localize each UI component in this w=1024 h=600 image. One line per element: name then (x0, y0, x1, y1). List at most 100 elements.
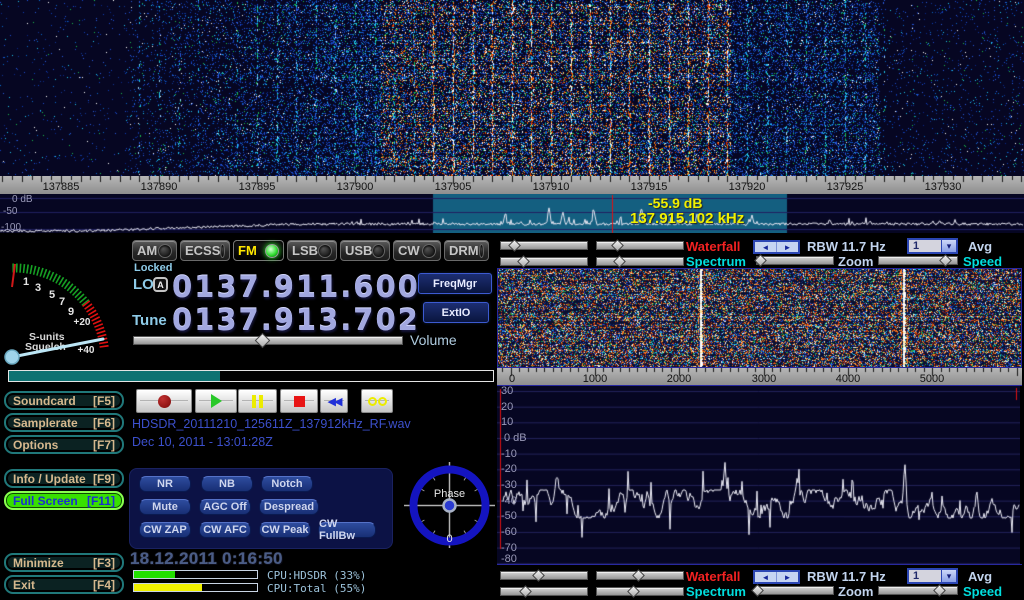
main-frequency-scale[interactable]: 137885 137890 137895 137900 137905 13791… (0, 176, 1024, 194)
cw-afc-button[interactable]: CW AFC (199, 522, 251, 538)
waterfall-shift-spinner[interactable]: ◄► (753, 570, 800, 584)
af-spectrum-display[interactable]: 30 20 10 0 dB -10 -20 -30 -40 -50 -60 -7… (497, 385, 1022, 565)
mode-led-icon (220, 244, 225, 258)
spectrum-range-slider[interactable] (500, 587, 588, 596)
phase-value: 0 (446, 533, 452, 545)
rewind-button[interactable]: ◀◀ (320, 389, 348, 413)
speed-label: Speed (963, 254, 1002, 269)
freq-tick-label: 137890 (129, 181, 189, 193)
pause-button[interactable] (238, 389, 277, 413)
record-button[interactable] (136, 389, 192, 413)
wav-filename: HDSDR_20111210_125611Z_137912kHz_RF.wav (132, 417, 411, 431)
zoom-slider[interactable] (756, 586, 834, 595)
exit-button[interactable]: Exit[F4] (4, 575, 124, 594)
combo-dropdown-icon[interactable]: ▾ (941, 240, 956, 252)
svg-text:7: 7 (59, 296, 65, 308)
right-arrow-icon[interactable]: ► (776, 572, 798, 582)
main-waterfall-display[interactable] (0, 0, 1024, 176)
lo-frequency-display[interactable]: 0137.911.600 (172, 272, 408, 302)
speed-slider[interactable] (878, 256, 958, 265)
speed-slider[interactable] (878, 586, 958, 595)
freq-tick-label: 137910 (521, 181, 581, 193)
phase-dial: Phase 0 (404, 450, 496, 560)
mode-button-drm[interactable]: DRM (444, 240, 489, 261)
pause-icon (252, 395, 263, 408)
avg-combo[interactable]: 1▾ (907, 568, 958, 584)
extio-button[interactable]: ExtIO (423, 302, 489, 323)
mode-led-icon (265, 244, 279, 258)
fullscreen-button[interactable]: Full Screen[F11] (4, 491, 124, 510)
zoom-slider[interactable] (756, 256, 834, 265)
soundcard-button[interactable]: Soundcard[F5] (4, 391, 124, 410)
nb-button[interactable]: NB (201, 476, 253, 492)
spectrum-label: Spectrum (686, 254, 746, 269)
avg-combo[interactable]: 1▾ (907, 238, 958, 254)
af-db-label: -40 (501, 495, 517, 507)
hdsdr-window: 137885 137890 137895 137900 137905 13791… (0, 0, 1024, 600)
waterfall-brightness-slider[interactable] (500, 571, 588, 580)
stop-icon (294, 396, 305, 407)
waterfall-label: Waterfall (686, 569, 740, 584)
options-button[interactable]: Options[F7] (4, 435, 124, 454)
waterfall-contrast-slider[interactable] (596, 241, 684, 250)
playback-position-fill (9, 371, 220, 381)
playback-position-bar[interactable] (8, 370, 494, 382)
notch-button[interactable]: Notch (261, 476, 313, 492)
zoom-label: Zoom (838, 254, 873, 269)
spectrum-offset-slider[interactable] (596, 587, 684, 596)
af-tick-label: 2000 (657, 373, 701, 385)
freq-tick-label: 137915 (619, 181, 679, 193)
tune-frequency-display[interactable]: 0137.913.702 (172, 305, 408, 335)
waterfall-contrast-slider[interactable] (596, 571, 684, 580)
volume-slider[interactable] (133, 336, 403, 345)
mode-button-ecss[interactable]: ECSS (180, 240, 230, 261)
play-icon (211, 394, 222, 408)
info-update-button[interactable]: Info / Update[F9] (4, 469, 124, 488)
af-tick-label: 5000 (910, 373, 954, 385)
volume-slider-thumb[interactable] (254, 333, 270, 349)
svg-text:3: 3 (35, 282, 41, 294)
left-arrow-icon[interactable]: ◄ (755, 572, 776, 582)
cursor-db-readout: -55.9 dB (648, 195, 702, 211)
nr-button[interactable]: NR (139, 476, 191, 492)
main-spectrum-display[interactable]: 0 dB -50 -100 -55.9 dB 137.915.102 kHz (0, 194, 1024, 233)
mode-button-usb[interactable]: USB (340, 240, 390, 261)
mode-button-cw[interactable]: CW (393, 240, 441, 261)
dsp-button-panel: NR NB Notch Mute AGC Off Despread CW ZAP… (129, 468, 393, 549)
tune-label: Tune (132, 312, 167, 329)
lo-label: LO (133, 276, 154, 293)
spectrum-range-slider[interactable] (500, 257, 588, 266)
mode-led-icon (422, 244, 436, 258)
left-arrow-icon[interactable]: ◄ (755, 242, 776, 252)
minimize-button[interactable]: Minimize[F3] (4, 553, 124, 572)
despread-button[interactable]: Despread (259, 499, 319, 515)
mode-button-lsb[interactable]: LSB (287, 240, 337, 261)
db-scale-label: 0 dB (12, 194, 33, 205)
mode-button-fm[interactable]: FM (233, 240, 284, 261)
stop-button[interactable] (280, 389, 318, 413)
freqmgr-button[interactable]: FreqMgr (418, 273, 492, 294)
agc-off-button[interactable]: AGC Off (199, 499, 251, 515)
waterfall-brightness-slider[interactable] (500, 241, 588, 250)
af-waterfall-display[interactable] (497, 268, 1022, 368)
mode-button-am[interactable]: AM (132, 240, 177, 261)
cw-zap-button[interactable]: CW ZAP (139, 522, 191, 538)
lo-a-badge[interactable]: A (153, 277, 168, 292)
loop-icon (368, 397, 387, 406)
play-button[interactable] (195, 389, 237, 413)
combo-dropdown-icon[interactable]: ▾ (941, 570, 956, 582)
spectrum-offset-slider[interactable] (596, 257, 684, 266)
cpu-total-fill (134, 584, 202, 591)
af-db-label: -50 (501, 510, 517, 522)
mute-button[interactable]: Mute (139, 499, 191, 515)
af-frequency-scale[interactable]: 0 1000 2000 3000 4000 5000 (497, 368, 1022, 385)
right-arrow-icon[interactable]: ► (776, 242, 798, 252)
cw-fullbw-button[interactable]: CW FullBw (318, 522, 376, 538)
samplerate-button[interactable]: Samplerate[F6] (4, 413, 124, 432)
freq-tick-label: 137920 (717, 181, 777, 193)
cw-peak-button[interactable]: CW Peak (259, 522, 311, 538)
s-meter[interactable]: 1 3 5 7 9 +20 +40 S-units Squelch (0, 240, 128, 372)
loop-button[interactable] (361, 389, 393, 413)
waterfall-shift-spinner[interactable]: ◄► (753, 240, 800, 254)
db-scale-label: -100 (1, 222, 21, 233)
